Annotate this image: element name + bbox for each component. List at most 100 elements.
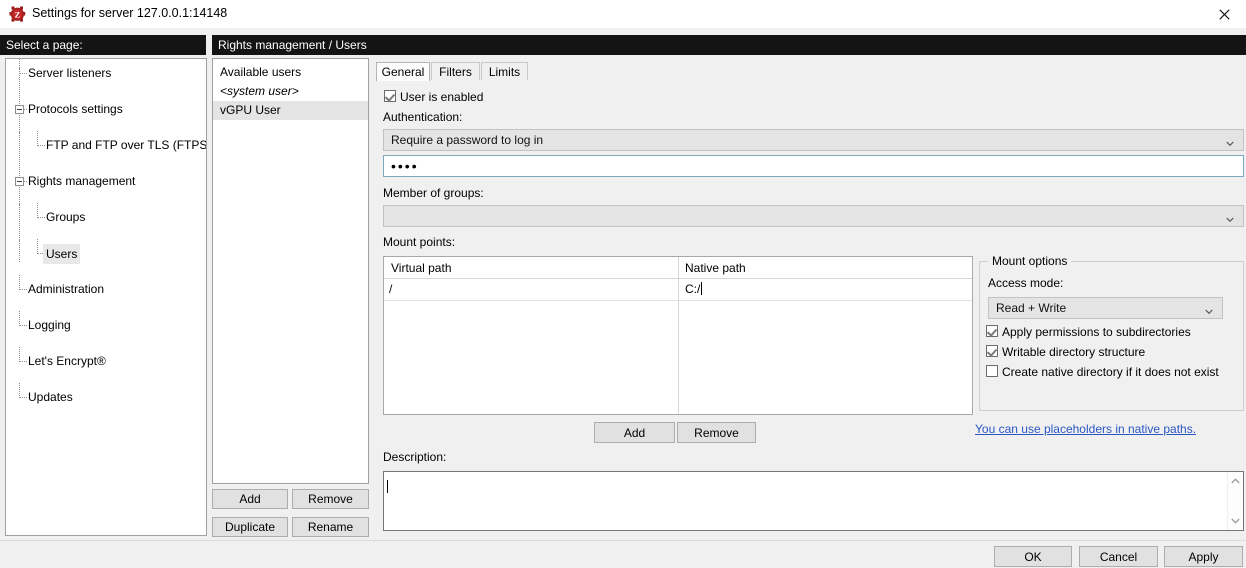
access-mode-combobox[interactable]: Read + Write: [988, 297, 1223, 319]
collapse-expander-icon[interactable]: [15, 105, 24, 114]
text-cursor: [701, 282, 703, 295]
list-item-vgpu-user[interactable]: vGPU User: [213, 101, 368, 120]
tree-trunk-line: [19, 240, 20, 262]
tree-item-ftp-and-ftps[interactable]: FTP and FTP over TLS (FTPS): [6, 131, 207, 154]
page-tree[interactable]: Server listeners Protocols settings FTP …: [5, 58, 207, 536]
collapse-expander-icon[interactable]: [15, 177, 24, 186]
user-is-enabled-checkbox[interactable]: [384, 90, 396, 102]
writable-directory-structure-checkbox[interactable]: [986, 345, 998, 357]
table-row[interactable]: / C:/: [384, 279, 972, 301]
available-users-list[interactable]: Available users <system user> vGPU User: [212, 58, 369, 484]
tree-item-label: Groups: [46, 210, 86, 224]
description-label: Description:: [383, 450, 447, 464]
mount-points-table[interactable]: Virtual path Native path / C:/: [383, 256, 973, 415]
tree-item-logging[interactable]: Logging: [6, 311, 206, 334]
tab-general[interactable]: General: [376, 62, 430, 81]
writable-directory-structure-label: Writable directory structure: [1002, 345, 1146, 359]
placeholders-help-link[interactable]: You can use placeholders in native paths…: [975, 422, 1196, 436]
chevron-down-icon: [1226, 213, 1234, 223]
authentication-value: Require a password to log in: [391, 133, 544, 147]
list-item-system-user[interactable]: <system user>: [213, 82, 368, 101]
window-title: Settings for server 127.0.0.1:14148: [32, 6, 228, 20]
tree-twig: [37, 203, 45, 218]
description-textarea[interactable]: [383, 471, 1244, 531]
text-cursor: [387, 480, 388, 493]
tree-twig: [19, 383, 27, 398]
close-icon: [1218, 8, 1230, 20]
tree-item-label: Rights management: [28, 174, 136, 188]
apply-permissions-subdirectories-checkbox[interactable]: [986, 325, 998, 337]
bottom-separator: [0, 540, 1246, 541]
table-header-row: Virtual path Native path: [384, 257, 972, 279]
svg-text:Z: Z: [15, 11, 21, 20]
tree-twig: [19, 311, 27, 326]
tree-item-administration[interactable]: Administration: [6, 275, 206, 298]
mount-options-title: Mount options: [988, 254, 1072, 268]
authentication-combobox[interactable]: Require a password to log in: [383, 129, 1244, 151]
description-scrollbar[interactable]: [1227, 472, 1243, 530]
tree-item-rights-management[interactable]: Rights management: [6, 172, 206, 190]
chevron-down-icon: [1205, 305, 1213, 315]
add-mount-point-button[interactable]: Add: [594, 422, 675, 443]
apply-button[interactable]: Apply: [1164, 546, 1243, 567]
close-window-button[interactable]: [1202, 0, 1246, 28]
cancel-button[interactable]: Cancel: [1079, 546, 1158, 567]
tree-twig: [19, 59, 27, 74]
tree-item-label: FTP and FTP over TLS (FTPS): [46, 138, 207, 152]
tree-item-lets-encrypt[interactable]: Let's Encrypt®: [6, 347, 206, 370]
tree-item-label: Let's Encrypt®: [28, 354, 106, 368]
access-mode-value: Read + Write: [996, 301, 1067, 315]
tree-item-groups[interactable]: Groups: [6, 203, 206, 226]
access-mode-label: Access mode:: [988, 276, 1064, 290]
tree-item-server-listeners[interactable]: Server listeners: [6, 59, 206, 82]
tree-item-label: Administration: [28, 282, 105, 296]
tree-item-label: Users: [43, 244, 81, 264]
tree-item-label: Updates: [28, 390, 73, 404]
column-header-native-path: Native path: [685, 261, 746, 275]
cell-native-path[interactable]: C:/: [685, 282, 703, 296]
user-is-enabled-label: User is enabled: [400, 90, 484, 104]
member-of-groups-label: Member of groups:: [383, 186, 484, 200]
tree-twig: [24, 168, 27, 182]
remove-mount-point-button[interactable]: Remove: [677, 422, 756, 443]
scroll-up-icon[interactable]: [1228, 473, 1243, 489]
tree-item-users[interactable]: Users: [6, 239, 206, 264]
tree-root: Server listeners Protocols settings FTP …: [6, 59, 207, 404]
authentication-label: Authentication:: [383, 110, 463, 124]
password-field[interactable]: ••••: [383, 155, 1244, 177]
settings-dialog: Z Settings for server 127.0.0.1:14148 Se…: [0, 0, 1246, 568]
tree-item-label: Logging: [28, 318, 71, 332]
rename-user-button[interactable]: Rename: [292, 517, 369, 537]
tab-filters[interactable]: Filters: [431, 62, 480, 80]
page-title-header: Rights management / Users: [212, 35, 1246, 55]
tree-twig: [19, 275, 27, 290]
chevron-down-icon: [1226, 137, 1234, 147]
remove-user-button[interactable]: Remove: [292, 489, 369, 509]
password-value: ••••: [391, 158, 419, 174]
member-of-groups-combobox[interactable]: [383, 205, 1244, 227]
mount-points-label: Mount points:: [383, 235, 456, 249]
cell-virtual-path[interactable]: /: [389, 282, 392, 296]
tree-trunk-line: [19, 132, 20, 154]
ok-button[interactable]: OK: [994, 546, 1072, 567]
add-user-button[interactable]: Add: [212, 489, 288, 509]
apply-permissions-subdirectories-label: Apply permissions to subdirectories: [1002, 325, 1191, 339]
tree-item-protocols-settings[interactable]: Protocols settings: [6, 100, 206, 118]
scroll-down-icon[interactable]: [1228, 513, 1243, 529]
tree-twig: [37, 131, 45, 146]
duplicate-user-button[interactable]: Duplicate: [212, 517, 288, 537]
column-header-virtual-path: Virtual path: [391, 261, 452, 275]
tab-bar: General Filters Limits: [376, 62, 1244, 81]
tree-item-label: Server listeners: [28, 66, 112, 80]
tab-limits[interactable]: Limits: [481, 62, 528, 80]
select-a-page-header: Select a page:: [0, 35, 206, 55]
tree-trunk-line: [19, 204, 20, 226]
tree-twig: [19, 347, 27, 362]
tree-item-label: Protocols settings: [28, 102, 123, 116]
available-users-title: Available users: [220, 65, 302, 79]
create-native-directory-label: Create native directory if it does not e…: [1002, 365, 1219, 379]
tree-item-updates[interactable]: Updates: [6, 383, 206, 406]
filezilla-icon: Z: [9, 6, 26, 23]
tree-twig: [24, 96, 27, 110]
create-native-directory-checkbox[interactable]: [986, 365, 998, 377]
